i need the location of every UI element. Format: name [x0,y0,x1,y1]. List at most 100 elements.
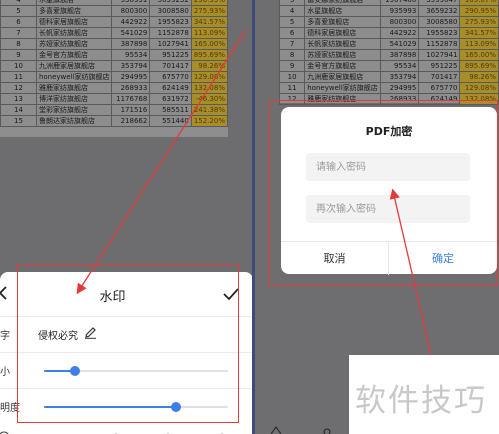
table-cell: 800300 [379,16,420,28]
brand-watermark-box: 软件技巧 [349,355,499,434]
table-row: 15 鲁朗达家纺旗舰店 218662 551440 152.20% [0,115,229,127]
table-cell: 6 [278,27,306,39]
table-cell: 585511 [149,104,192,116]
table-cell: 701417 [418,71,461,83]
table-cell: 387898 [111,38,151,50]
table-cell: 苏娅家纺旗舰店 [304,49,381,61]
table-row: 5 多喜爱旗舰店 800300 3008580 275.93% [278,16,499,28]
table-cell: 442922 [379,27,420,39]
table-cell: 624149 [149,82,192,94]
table-cell: 551440 [149,115,192,127]
table-cell: 1027941 [149,38,192,50]
table-cell: 218662 [111,115,151,127]
table-cell: 长帆家纺旗舰店 [304,38,381,50]
table-cell: 98.26% [459,71,499,83]
table-cell: honeywell家纺旗舰店 [35,71,113,83]
table-cell: 268933 [111,82,151,94]
table-cell: 鲁朗达家纺旗舰店 [35,115,113,127]
table-row: 6 德科家居旗舰店 442922 1955823 341.57% [0,16,229,28]
table-cell: 1176768 [111,93,151,105]
spreadsheet-preview-right: 3富安娜家纺旗舰店19674003599047105.07%4水星旗舰店9359… [278,0,499,105]
table-cell: 12 [0,82,37,94]
brand-watermark-text: 软件技巧 [355,383,487,419]
table-cell: 129.08% [190,71,229,83]
table-cell: 金号官方旗舰店 [304,60,381,72]
table-cell: 387898 [379,49,420,61]
table-cell: 4 [278,5,306,17]
table-cell: 苏娅家纺旗舰店 [35,38,113,50]
table-row: 6 德科家居旗舰店 442922 1955823 341.57% [278,27,499,39]
table-cell: 九洲鹿家居旗舰店 [35,60,113,72]
table-cell: 353794 [379,71,420,83]
table-cell: 多喜爱旗舰店 [304,16,381,28]
table-cell: 98.26% [190,60,229,72]
table-cell: 165.00% [459,49,499,61]
table-cell: 353794 [111,60,151,72]
table-row: 10 九洲鹿家居旗舰店 353794 701417 98.26% [278,71,499,83]
table-cell: 九洲鹿家居旗舰店 [304,71,381,83]
table-row: 8 苏娅家纺旗舰店 387898 1027941 165.00% [0,38,229,50]
table-row: 10 九洲鹿家居旗舰店 353794 701417 98.26% [0,60,229,72]
spreadsheet-preview: 4水星旗舰店9389313659232290.95%5多喜爱旗舰店8003003… [0,0,229,137]
table-cell: 3659232 [418,5,461,17]
table-cell: honeywell家纺旗舰店 [304,82,381,94]
table-cell: 341.57% [190,16,229,28]
table-cell: 800300 [111,5,151,17]
table-cell: 1027941 [418,49,461,61]
text-label: 字 [0,331,10,342]
table-cell: 8 [0,38,37,50]
table-cell: 9 [278,60,306,72]
table-cell: 雅鹿家纺旗舰店 [35,82,113,94]
table-cell: 341.57% [459,27,499,39]
table-cell: 7 [278,38,306,50]
table-cell: 金号官方旗舰店 [35,49,113,61]
right-bottom-toolbar-icons [270,426,331,434]
table-cell: 132.08% [190,82,229,94]
table-cell: 951225 [418,60,461,72]
table-row: 5 多喜爱旗舰店 800300 3008580 275.93% [0,5,229,17]
table-cell: 171516 [111,104,151,116]
table-cell: 7 [0,27,37,39]
table-cell: 11 [278,82,306,94]
table-cell: 113.09% [459,38,499,50]
table-cell: 129.08% [459,82,499,94]
table-row: 11 honeywell家纺旗舰店 294995 675770 129.08% [278,82,499,94]
table-row: 7 长帆家纺旗舰店 541029 1152878 113.09% [0,27,229,39]
table-cell: 10 [0,60,37,72]
table-cell: 701417 [149,60,192,72]
table-row: 8 苏娅家纺旗舰店 387898 1027941 165.00% [278,49,499,61]
annotation-box-dialog [269,100,498,286]
table-cell: 675770 [149,71,192,83]
annotation-box-watermark [17,264,239,423]
table-cell: 675770 [418,82,461,94]
table-cell: 德科家居旗舰店 [304,27,381,39]
table-cell: 290.95% [459,5,499,17]
table-cell: 6 [0,16,37,28]
table-cell: 9 [0,49,37,61]
table-cell: 长帆家纺旗舰店 [35,27,113,39]
table-cell: 3008580 [418,16,461,28]
table-row: 11 honeywell家纺旗舰店 294995 675770 129.08% [0,71,229,83]
table-cell: 13 [0,93,37,105]
table-row: 9 金号官方旗舰店 95534 951225 895.69% [278,60,499,72]
table-cell: 8 [278,49,306,61]
table-cell: 241.38% [190,104,229,116]
table-cell: 水星旗舰店 [304,5,381,17]
table-cell: 德科家居旗舰店 [35,16,113,28]
table-cell: 1152878 [418,38,461,50]
table-row: 7 长帆家纺旗舰店 541029 1152878 113.09% [278,38,499,50]
table-cell: 多喜爱旗舰店 [35,5,113,17]
table-cell: 博洋家纺旗舰店 [35,93,113,105]
table-cell: 895.69% [190,49,229,61]
table-cell: 951225 [149,49,192,61]
size-label: 小 [0,367,10,378]
table-cell: 1955823 [418,27,461,39]
table-cell: 631972 [149,93,192,105]
table-cell: 442922 [111,16,151,28]
table-cell: -46.30% [190,93,229,105]
table-cell: 275.93% [459,16,499,28]
table-cell: 152.20% [190,115,229,127]
table-cell: 堂彩家纺旗舰店 [35,104,113,116]
table-row: 4 水星旗舰店 935993 3659232 290.95% [278,5,499,17]
table-cell: 541029 [379,38,420,50]
